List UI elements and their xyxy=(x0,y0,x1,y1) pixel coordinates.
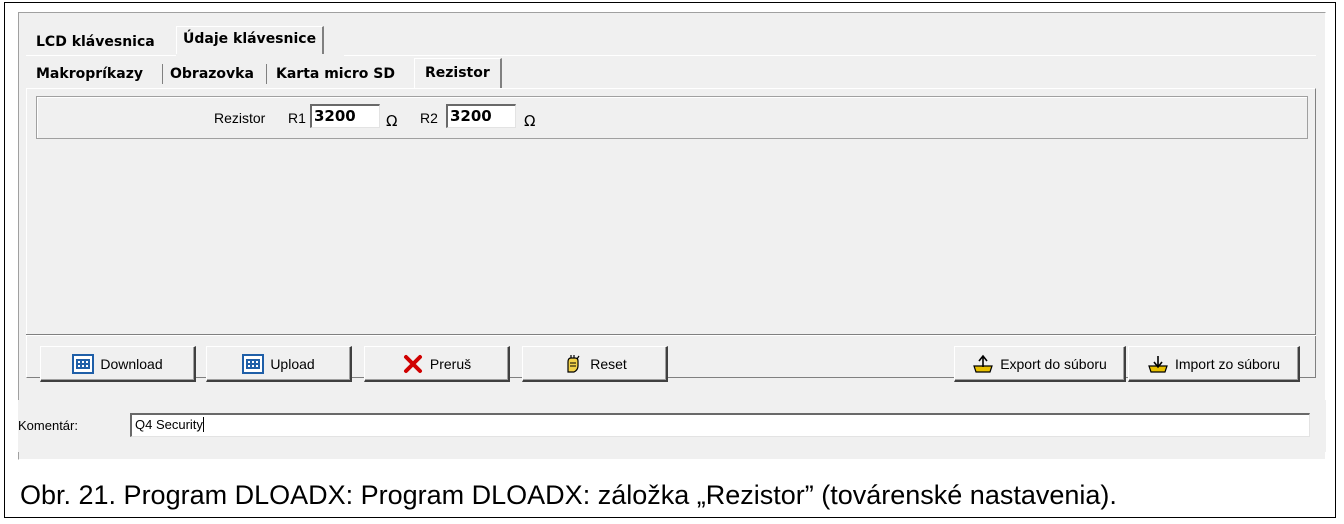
comment-input[interactable]: Q4 Security xyxy=(130,413,1310,437)
export-label: Export do súboru xyxy=(1000,355,1107,372)
export-button[interactable]: Export do súboru xyxy=(954,346,1126,382)
reset-label: Reset xyxy=(590,355,627,372)
upload-button[interactable]: Upload xyxy=(206,346,352,382)
tab-separator xyxy=(266,64,267,84)
rezistor-label: Rezistor xyxy=(214,110,266,126)
tab-line xyxy=(344,55,1316,56)
tab-lcd-klavesnica[interactable]: LCD klávesnica xyxy=(30,30,161,54)
r2-input[interactable]: 3200 xyxy=(446,104,516,128)
reset-button[interactable]: Reset xyxy=(522,346,668,382)
computer-upload-icon xyxy=(242,353,265,374)
tab-line xyxy=(26,55,176,56)
import-label: Import zo súboru xyxy=(1174,355,1281,372)
tab-udaje-klavesnice[interactable]: Údaje klávesnice xyxy=(176,26,325,54)
red-x-icon xyxy=(402,354,424,374)
text-caret xyxy=(202,417,204,432)
tab-rezistor[interactable]: Rezistor xyxy=(414,58,502,88)
r2-label: R2 xyxy=(420,110,438,126)
cancel-label: Preruš xyxy=(429,355,472,372)
cancel-button[interactable]: Preruš xyxy=(364,346,510,382)
r2-unit: Ω xyxy=(524,112,536,130)
download-button[interactable]: Download xyxy=(40,346,196,382)
import-button[interactable]: Import zo súboru xyxy=(1128,346,1300,382)
hand-reset-icon xyxy=(562,354,584,374)
tab-separator xyxy=(162,64,163,84)
comment-value: Q4 Security xyxy=(135,417,203,432)
computer-download-icon xyxy=(72,353,95,374)
panel-divider xyxy=(26,334,1316,336)
download-label: Download xyxy=(100,355,163,372)
tab-makroprikazy[interactable]: Makropríkazy xyxy=(30,62,149,86)
r1-label: R1 xyxy=(288,110,306,126)
comment-label: Komentár: xyxy=(18,418,78,433)
figure-caption: Obr. 21. Program DLOADX: Program DLOADX:… xyxy=(20,480,1117,510)
r1-input[interactable]: 3200 xyxy=(310,104,380,128)
r1-unit: Ω xyxy=(386,112,398,130)
tray-import-icon xyxy=(1147,354,1169,374)
tab-obrazovka[interactable]: Obrazovka xyxy=(164,62,260,86)
tab-karta-micro-sd[interactable]: Karta micro SD xyxy=(270,62,401,86)
tray-export-icon xyxy=(972,354,994,374)
upload-label: Upload xyxy=(270,355,315,372)
